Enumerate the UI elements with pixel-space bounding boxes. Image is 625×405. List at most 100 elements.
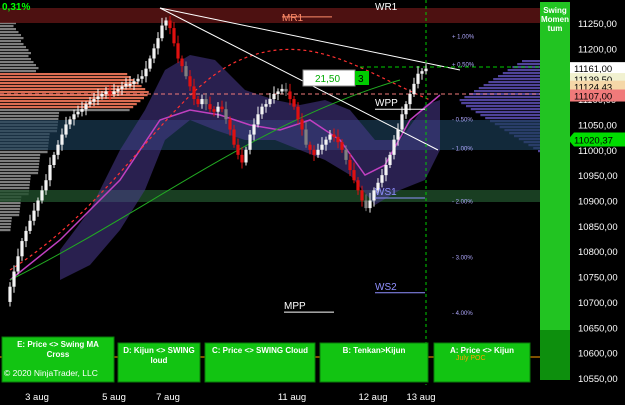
volume-profile-bar — [0, 223, 12, 226]
y-tick-label: 11050,00 — [578, 120, 617, 131]
price-chart[interactable]: MR1 WR1 WPP WS1 WS2 MPP + 1.00% + 0.50% - 0.50% -… — [0, 0, 625, 405]
candle-body — [108, 91, 112, 94]
candle-body — [360, 190, 364, 201]
candle-body — [244, 149, 248, 163]
candle-body — [112, 91, 116, 94]
volume-profile-bar — [0, 157, 40, 160]
candle-body — [348, 159, 352, 171]
volume-profile-bar — [0, 55, 29, 58]
candle-body — [188, 76, 192, 87]
candle-body — [412, 83, 416, 94]
candle-body — [164, 20, 168, 26]
volume-profile-bar — [0, 112, 60, 115]
candle-body — [8, 286, 12, 302]
volume-profile-bar — [0, 25, 14, 28]
volume-profile-bar — [0, 85, 142, 88]
volume-profile-bar — [0, 211, 20, 214]
candle-body — [160, 25, 164, 39]
candle-body — [408, 94, 412, 105]
volume-profile-bar — [0, 178, 31, 181]
candle-body — [236, 144, 240, 155]
signal-button-label: E: Price <> Swing MA — [17, 340, 99, 349]
x-tick-label: 12 aug — [358, 392, 387, 403]
signal-button-label: D: Kijun <> SWING — [123, 346, 195, 355]
volume-profile-bar — [0, 82, 138, 85]
volume-profile-bar — [0, 91, 149, 94]
signal-button-label: A: Price <> Kijun — [450, 346, 514, 355]
candle-body — [288, 91, 292, 100]
ws1-band — [0, 190, 568, 202]
candle-body — [316, 149, 320, 155]
candle-body — [24, 230, 28, 242]
candle-body — [252, 124, 256, 135]
candle-body — [16, 256, 20, 272]
x-tick-label: 7 aug — [156, 392, 180, 403]
candle-body — [52, 154, 56, 165]
candle-body — [420, 71, 424, 74]
y-tick-label: 10800,00 — [578, 247, 618, 258]
candle-body — [32, 210, 36, 221]
candle-body — [172, 28, 176, 44]
candle-body — [228, 119, 232, 130]
volume-profile-bar — [0, 109, 130, 112]
candle-body — [96, 96, 100, 100]
candle-body — [356, 180, 360, 191]
candle-body — [280, 88, 284, 92]
x-tick-label: 5 aug — [102, 392, 126, 403]
volume-profile-bar — [0, 166, 39, 169]
signal-button-label: B: Tenkan>Kijun — [343, 346, 406, 355]
volume-profile-bar — [0, 73, 128, 76]
y-tick-label: 10550,00 — [578, 374, 618, 385]
swing-momentum-label: tum — [548, 24, 563, 33]
signal-buttons[interactable]: E: Price <> Swing MACross D: Kijun <> SWI… — [1, 336, 531, 383]
pivot-label-wpp: WPP — [375, 98, 398, 109]
candle-body — [140, 76, 144, 79]
candle-body — [200, 99, 204, 105]
percent-label: - 1.00% — [452, 146, 473, 152]
volume-profile-bar — [0, 67, 39, 70]
candle-body — [304, 129, 308, 145]
candle-body — [212, 109, 216, 112]
volume-profile-bar — [0, 97, 144, 100]
volume-profile-bar — [0, 100, 141, 103]
volume-profile-bar — [0, 106, 134, 109]
swing-momentum-bar-dark — [540, 330, 570, 380]
volume-profile-bar — [0, 118, 59, 121]
candle-body — [204, 99, 208, 105]
swing-momentum-bar — [540, 2, 570, 380]
x-tick-label: 11 aug — [278, 392, 306, 403]
candle-body — [248, 134, 252, 150]
candle-body — [36, 200, 40, 211]
price-box-badge-text: 3 — [358, 74, 364, 85]
candle-body — [324, 139, 328, 145]
candle-body — [100, 94, 104, 97]
candle-body — [184, 66, 188, 77]
volume-profile-bar — [0, 169, 39, 172]
volume-profile-bar — [0, 49, 29, 52]
swing-momentum-label: Swing — [543, 6, 567, 15]
candle-body — [260, 106, 264, 115]
pivot-label-mr1: MR1 — [282, 13, 304, 24]
price-marker-label: 11020,37 — [574, 135, 613, 146]
candle-body — [308, 144, 312, 150]
volume-profile-bar — [0, 61, 34, 64]
volume-profile-bar — [0, 208, 20, 211]
candle-body — [168, 20, 172, 29]
candle-body — [400, 114, 404, 130]
candle-body — [116, 88, 120, 92]
volume-profile-bar — [0, 31, 19, 34]
candle-body — [60, 134, 64, 145]
candle-body — [284, 88, 288, 92]
candle-body — [40, 190, 44, 201]
candle-body — [292, 99, 296, 107]
candle-body — [416, 73, 420, 84]
y-tick-label: 10850,00 — [578, 222, 618, 233]
volume-profile-bar — [0, 34, 21, 37]
volume-profile-bar — [0, 217, 12, 220]
y-tick-label: 10650,00 — [578, 323, 618, 334]
signal-button-label: loud — [151, 356, 168, 365]
percent-label: - 0.50% — [452, 117, 473, 123]
volume-profile-bar — [0, 52, 31, 55]
volume-profile-bar — [0, 205, 21, 208]
candle-body — [76, 111, 80, 115]
